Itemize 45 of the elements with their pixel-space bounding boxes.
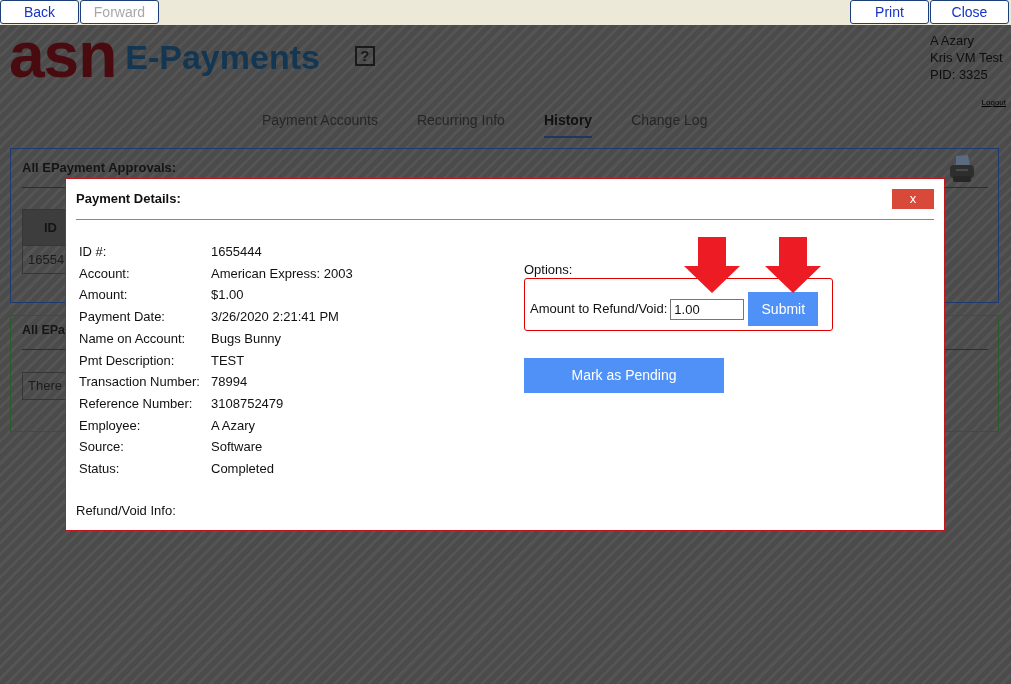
- amount-input[interactable]: 1.00: [670, 298, 745, 320]
- logout-link[interactable]: Logout: [981, 98, 1006, 108]
- detail-value: Completed: [211, 460, 274, 479]
- detail-label: Account:: [79, 264, 131, 283]
- dialog-title: Payment Details:: [76, 190, 181, 208]
- detail-value: 1655444: [211, 243, 262, 261]
- user-info-text: A Azary: [930, 32, 976, 49]
- amount-label: Amount to Refund/Void:: [530, 300, 668, 318]
- detail-value: 3108752479: [211, 394, 284, 413]
- user-info-text: PID: 3325: [930, 66, 989, 83]
- detail-label: Reference Number:: [79, 394, 194, 413]
- options-label: Options:: [524, 261, 573, 278]
- detail-value: 78994: [211, 373, 248, 392]
- detail-label: Status:: [79, 460, 121, 479]
- detail-label: Employee:: [79, 416, 142, 435]
- detail-value: Bugs Bunny: [211, 329, 282, 348]
- down-arrow-icon: [684, 237, 740, 293]
- nav-tab[interactable]: History: [543, 100, 593, 138]
- detail-value: A Azary: [211, 416, 256, 435]
- detail-label: ID #:: [79, 243, 108, 261]
- panel-title: All EPayment Approvals:: [22, 159, 177, 177]
- mark-as-pending-button[interactable]: Mark as Pending: [524, 358, 724, 393]
- detail-value: $1.00: [211, 286, 244, 305]
- refund-void-info-label: Refund/Void Info:: [76, 501, 176, 520]
- toolbar-button[interactable]: Back: [0, 0, 79, 24]
- logo-text: E-Payments: [125, 39, 320, 75]
- dialog-dismiss-button[interactable]: x: [892, 189, 934, 209]
- detail-value: TEST: [211, 351, 245, 370]
- user-info-text: Kris VM Test: [930, 49, 1004, 66]
- detail-label: Pmt Description:: [79, 351, 176, 370]
- panel-title: All EPa: [22, 322, 66, 339]
- printer-icon[interactable]: [948, 154, 976, 184]
- detail-label: Transaction Number:: [79, 373, 201, 392]
- detail-label: Payment Date:: [79, 308, 166, 327]
- detail-value: American Express: 2003: [211, 264, 353, 283]
- detail-value: 3/26/2020 2:21:41 PM: [211, 308, 339, 327]
- detail-label: Amount:: [79, 286, 129, 305]
- down-arrow-icon: [765, 237, 821, 293]
- detail-label: Name on Account:: [79, 329, 187, 348]
- detail-value: Software: [211, 438, 263, 457]
- detail-label: Source:: [79, 438, 125, 457]
- submit-button[interactable]: Submit: [748, 292, 819, 326]
- help-button[interactable]: ?: [354, 46, 375, 66]
- toolbar-button[interactable]: Close: [930, 0, 1009, 24]
- toolbar-button[interactable]: Print: [850, 0, 929, 24]
